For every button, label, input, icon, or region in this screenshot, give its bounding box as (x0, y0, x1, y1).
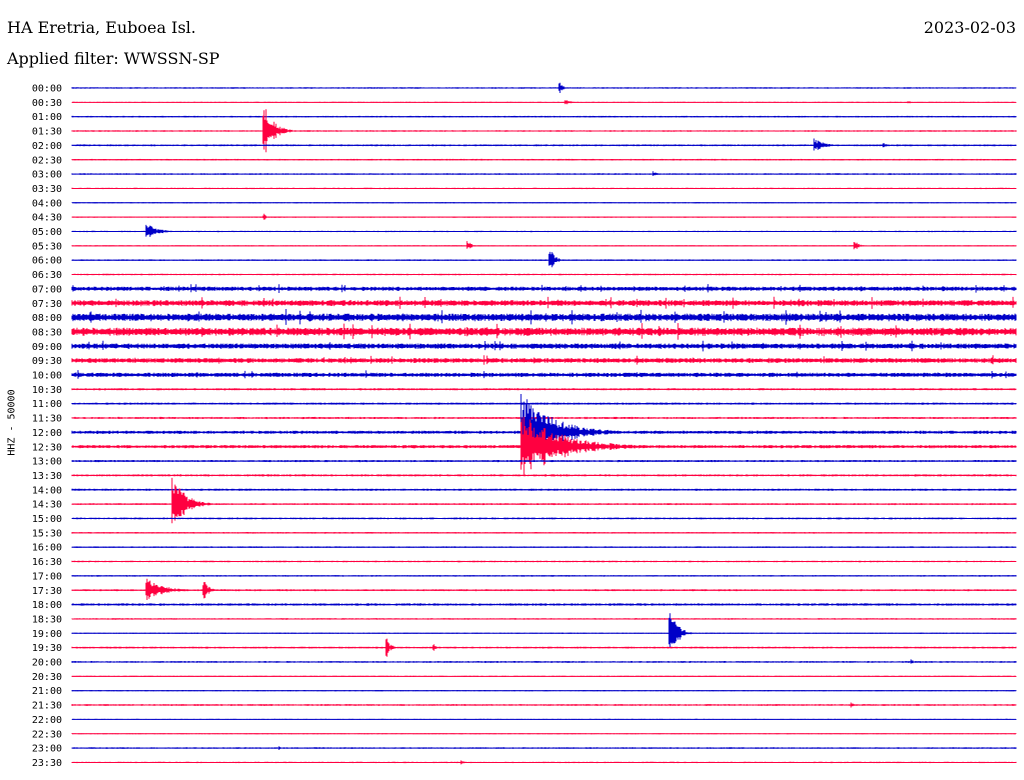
trace-0300 (71, 171, 1017, 176)
hour-label: 10:30 (32, 385, 62, 396)
hour-label: 02:30 (32, 155, 62, 166)
trace-0700 (71, 284, 1017, 293)
trace-1800 (71, 603, 1017, 606)
hour-label: 23:00 (32, 744, 62, 755)
trace-0900 (71, 340, 1017, 352)
trace-0830 (71, 323, 1017, 340)
trace-0800 (71, 309, 1017, 325)
trace-1730 (71, 578, 1017, 600)
trace-1700 (71, 575, 1017, 577)
trace-0200 (71, 138, 1017, 151)
trace-2330 (71, 760, 1017, 765)
hour-label: 21:00 (32, 686, 62, 697)
trace-0530 (71, 241, 1017, 250)
hour-label: 06:30 (32, 270, 62, 281)
hour-label: 20:30 (32, 672, 62, 683)
trace-0630 (71, 273, 1017, 276)
hour-label: 22:00 (32, 715, 62, 726)
trace-1600 (71, 546, 1017, 548)
hour-label: 09:30 (32, 356, 62, 367)
hour-label: 16:00 (32, 543, 62, 554)
hour-label: 10:00 (32, 371, 62, 382)
trace-0730 (71, 296, 1017, 309)
hour-label: 14:00 (32, 485, 62, 496)
trace-1630 (71, 560, 1017, 563)
hour-label: 16:30 (32, 557, 62, 568)
hour-label: 22:30 (32, 729, 62, 740)
hour-label: 01:00 (32, 112, 62, 123)
hour-label: 19:30 (32, 643, 62, 654)
hour-label: 03:00 (32, 170, 62, 181)
trace-0930 (71, 355, 1017, 365)
hour-label: 17:00 (32, 571, 62, 582)
trace-0000 (71, 82, 1017, 93)
hour-label: 08:30 (32, 327, 62, 338)
trace-1400 (71, 488, 1017, 491)
trace-0500 (71, 224, 1017, 237)
trace-1530 (71, 532, 1017, 534)
hour-label: 05:30 (32, 241, 62, 252)
trace-1030 (71, 388, 1017, 391)
hour-label: 02:00 (32, 141, 62, 152)
hour-label: 12:00 (32, 428, 62, 439)
hour-label: 08:00 (32, 313, 62, 324)
hour-label: 04:30 (32, 213, 62, 224)
hour-label: 19:00 (32, 629, 62, 640)
trace-0600 (71, 251, 1017, 268)
hour-label: 18:00 (32, 600, 62, 611)
hour-label: 15:30 (32, 528, 62, 539)
hour-label: 20:00 (32, 658, 62, 669)
trace-1000 (71, 370, 1017, 379)
hour-label: 04:00 (32, 198, 62, 209)
hour-label: 11:30 (32, 414, 62, 425)
hour-label: 17:30 (32, 586, 62, 597)
trace-2300 (71, 746, 1017, 750)
hour-label: 06:00 (32, 256, 62, 267)
seismogram-traces (71, 82, 1017, 765)
hour-label: 21:30 (32, 701, 62, 712)
hour-label: 09:00 (32, 342, 62, 353)
hour-label: 14:30 (32, 500, 62, 511)
trace-0030 (71, 100, 1017, 105)
hour-label: 07:00 (32, 284, 62, 295)
trace-1330 (71, 474, 1017, 477)
trace-0100 (71, 115, 1017, 118)
hour-label: 13:30 (32, 471, 62, 482)
hour-label: 05:00 (32, 227, 62, 238)
hour-label: 12:30 (32, 442, 62, 453)
trace-2130 (71, 702, 1017, 708)
trace-1430 (71, 477, 1017, 524)
seismogram-plot: 00:00 00:30 01:00 01:30 02:00 02:30 03:00 03:30… (32, 82, 1017, 769)
trace-1830 (71, 618, 1017, 620)
trace-1500 (71, 517, 1017, 520)
hour-label: 13:00 (32, 457, 62, 468)
hour-label: 07:30 (32, 299, 62, 310)
trace-2000 (71, 659, 1017, 664)
trace-1100 (71, 402, 1017, 405)
trace-0230 (71, 158, 1017, 161)
hour-label: 15:00 (32, 514, 62, 525)
trace-1930 (71, 638, 1017, 657)
hour-label: 11:00 (32, 399, 62, 410)
hour-label: 01:30 (32, 127, 62, 138)
trace-0430 (71, 213, 1017, 220)
hour-label: 18:30 (32, 614, 62, 625)
hour-labels: 00:00 00:30 01:00 01:30 02:00 02:30 03:00 03:30… (32, 84, 62, 769)
hour-label: 00:00 (32, 84, 62, 95)
hour-label: 03:30 (32, 184, 62, 195)
hour-label: 23:30 (32, 758, 62, 769)
hour-label: 00:30 (32, 98, 62, 109)
